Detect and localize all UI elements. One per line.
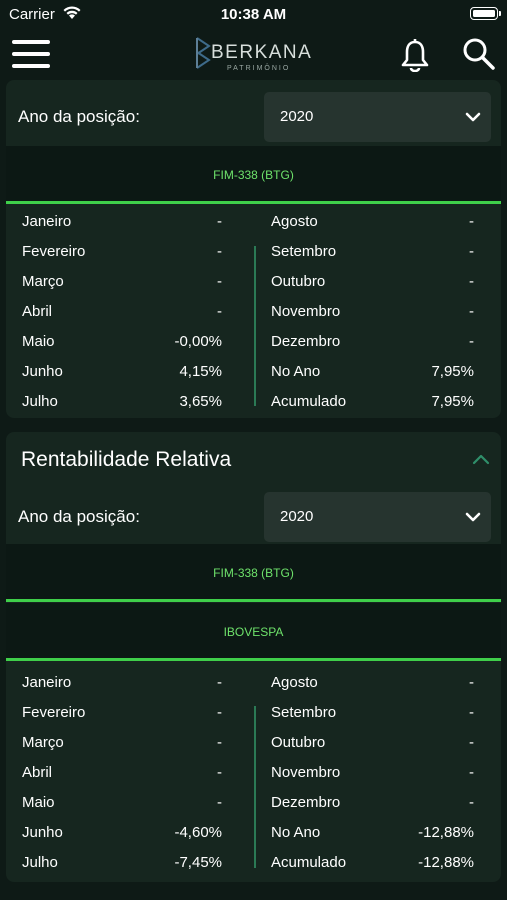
year-value: 2020 <box>280 108 314 125</box>
fund-name: FIM-338 (BTG) <box>213 566 294 580</box>
table-row: Janeiro - Agosto - <box>22 674 474 691</box>
benchmark-header: IBOVESPA <box>6 603 501 661</box>
relative-profitability-card: Rentabilidade Relativa Ano da posição: 2… <box>6 432 501 882</box>
table-row: Fevereiro - Setembro - <box>22 704 474 721</box>
table-row: Janeiro - Agosto - <box>22 213 474 230</box>
year-label: Ano da posição: <box>18 507 140 526</box>
fund-header: FIM-338 (BTG) <box>6 146 501 204</box>
year-value: 2020 <box>280 508 314 525</box>
year-dropdown[interactable]: 2020 <box>264 92 491 142</box>
table-row: Julho -7,45% Acumulado -12,88% <box>22 854 474 871</box>
year-label: Ano da posição: <box>18 107 140 126</box>
fund-header: FIM-338 (BTG) <box>6 544 501 602</box>
table-row: Julho 3,65% Acumulado 7,95% <box>22 393 474 410</box>
table-row: Maio - Dezembro - <box>22 794 474 811</box>
search-icon[interactable] <box>462 37 496 76</box>
bell-icon[interactable] <box>400 38 430 77</box>
status-bar: Carrier 10:38 AM <box>0 0 507 28</box>
table-row: Maio -0,00% Dezembro - <box>22 333 474 350</box>
chevron-up-icon[interactable] <box>471 452 491 471</box>
profitability-card: Ano da posição: 2020 FIM-338 (BTG) Janei… <box>6 80 501 418</box>
table-row: Junho 4,15% No Ano 7,95% <box>22 363 474 380</box>
year-selector-row: Ano da posição: 2020 <box>6 92 501 142</box>
menu-icon[interactable] <box>12 40 50 68</box>
table-row: Abril - Novembro - <box>22 303 474 320</box>
chevron-down-icon <box>465 510 481 528</box>
table-row: Março - Outubro - <box>22 734 474 751</box>
table-row: Março - Outubro - <box>22 273 474 290</box>
chevron-down-icon <box>465 110 481 128</box>
table-row: Fevereiro - Setembro - <box>22 243 474 260</box>
brand-name: BERKANA <box>211 42 313 63</box>
brand-subtitle: PATRIMÔNIO <box>227 65 291 72</box>
fund-name: FIM-338 (BTG) <box>213 168 294 182</box>
year-selector-row: Ano da posição: 2020 <box>6 492 501 542</box>
benchmark-name: IBOVESPA <box>223 625 284 639</box>
brand-logo: BERKANA PATRIMÔNIO <box>193 34 313 74</box>
battery-icon <box>470 7 501 20</box>
table-row: Abril - Novembro - <box>22 764 474 781</box>
table-row: Junho -4,60% No Ano -12,88% <box>22 824 474 841</box>
year-dropdown[interactable]: 2020 <box>264 492 491 542</box>
clock: 10:38 AM <box>220 6 287 23</box>
app-header: BERKANA PATRIMÔNIO <box>0 28 507 80</box>
section-title: Rentabilidade Relativa <box>21 448 232 471</box>
